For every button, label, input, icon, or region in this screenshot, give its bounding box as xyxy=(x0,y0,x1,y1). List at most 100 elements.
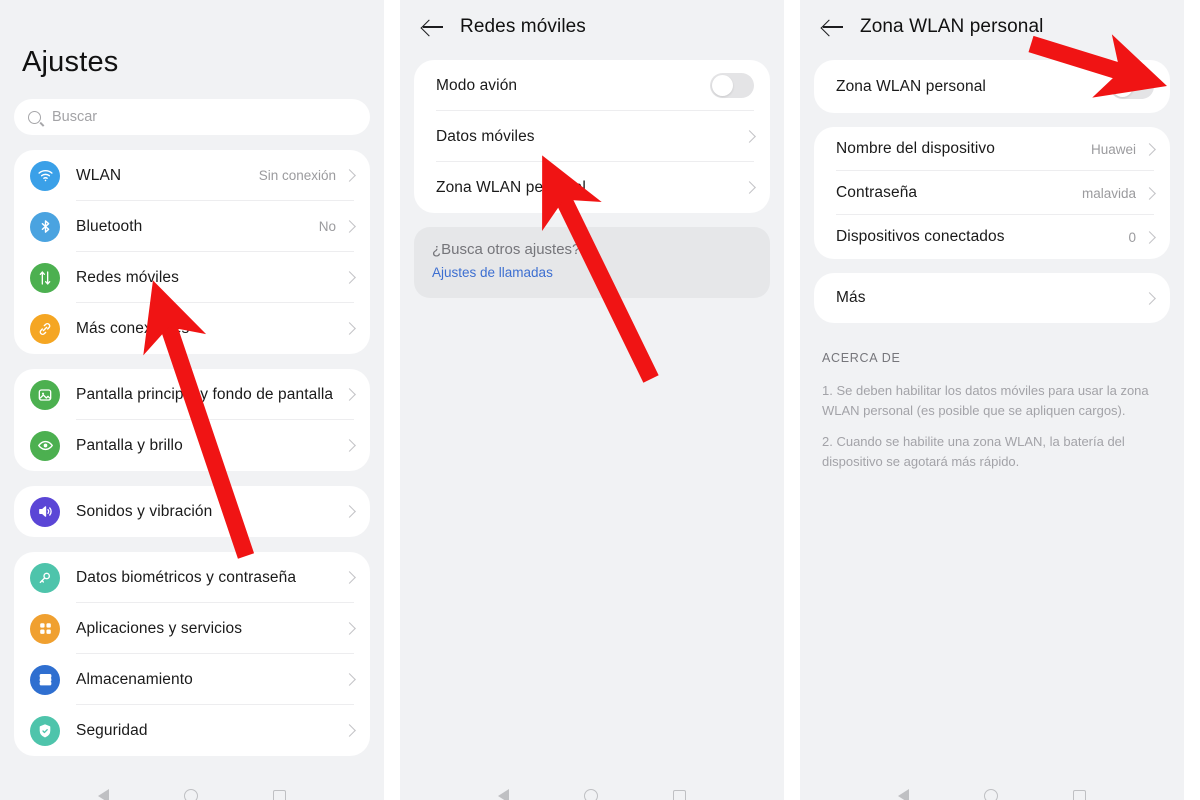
sidebar-item-value: No xyxy=(318,219,336,234)
row-label: Zona WLAN personal xyxy=(836,77,986,95)
display-eye-icon xyxy=(30,430,60,461)
chevron-right-icon xyxy=(743,130,756,143)
airplane-mode-toggle[interactable] xyxy=(710,73,754,98)
row-zona-wlan-personal-toggle[interactable]: Zona WLAN personal xyxy=(814,60,1170,113)
sidebar-item-label: Aplicaciones y servicios xyxy=(76,619,243,637)
sound-icon xyxy=(30,496,60,527)
row-label: Modo avión xyxy=(436,76,518,94)
hint-link-ajustes-de-llamadas[interactable]: Ajustes de llamadas xyxy=(432,265,752,280)
settings-group-system: Datos biométricos y contraseña Aplicacio… xyxy=(14,552,370,756)
three-phone-screenshots: Ajustes Buscar WLAN Sin conexión Bluetoo… xyxy=(0,0,1200,800)
sidebar-item-bluetooth[interactable]: Bluetooth No xyxy=(14,201,370,252)
sidebar-item-wlan[interactable]: WLAN Sin conexión xyxy=(14,150,370,201)
nav-back-icon[interactable] xyxy=(497,789,509,800)
about-section: ACERCA DE 1. Se deben habilitar los dato… xyxy=(800,323,1184,471)
about-paragraph: 1. Se deben habilitar los datos móviles … xyxy=(822,383,1149,418)
nav-home-icon[interactable] xyxy=(983,789,998,800)
sidebar-item-pantalla-y-brillo[interactable]: Pantalla y brillo xyxy=(14,420,370,471)
topbar: Redes móviles xyxy=(400,0,784,46)
row-label: Nombre del dispositivo xyxy=(836,140,995,157)
about-paragraph: 2. Cuando se habilite una zona WLAN, la … xyxy=(822,434,1125,469)
chevron-right-icon xyxy=(343,322,356,335)
row-zona-wlan-personal[interactable]: Zona WLAN personal xyxy=(414,162,770,213)
page-title: Ajustes xyxy=(22,46,119,78)
about-heading: ACERCA DE xyxy=(822,351,901,365)
back-arrow-icon[interactable] xyxy=(422,16,444,38)
search-input[interactable]: Buscar xyxy=(14,99,370,135)
page-title: Redes móviles xyxy=(460,16,586,37)
row-modo-avion[interactable]: Modo avión xyxy=(414,60,770,111)
row-label: Dispositivos conectados xyxy=(836,228,1005,245)
key-icon xyxy=(30,562,60,593)
page-title: Zona WLAN personal xyxy=(860,16,1044,37)
android-navbar xyxy=(0,778,384,800)
nav-recents-icon[interactable] xyxy=(273,790,287,800)
row-mas[interactable]: Más xyxy=(814,273,1170,323)
sidebar-item-label: Seguridad xyxy=(76,721,148,739)
row-value: Huawei xyxy=(1090,141,1136,157)
chevron-right-icon xyxy=(343,169,356,182)
chevron-right-icon xyxy=(343,220,356,233)
hotspot-toggle[interactable] xyxy=(1110,74,1154,99)
nav-recents-icon[interactable] xyxy=(1073,790,1087,800)
phone-screen-settings: Ajustes Buscar WLAN Sin conexión Bluetoo… xyxy=(0,0,384,800)
sidebar-item-label: Más conexiones xyxy=(76,319,190,337)
bluetooth-icon xyxy=(30,211,60,242)
toggle-knob xyxy=(712,75,733,96)
nav-back-icon[interactable] xyxy=(97,789,109,800)
hotspot-details-card: Nombre del dispositivo Huawei Contraseña… xyxy=(814,127,1170,259)
back-arrow-icon[interactable] xyxy=(822,16,844,38)
chevron-right-icon xyxy=(1143,291,1156,305)
sidebar-item-almacenamiento[interactable]: Almacenamiento xyxy=(14,654,370,705)
chevron-right-icon xyxy=(343,724,356,737)
row-datos-moviles[interactable]: Datos móviles xyxy=(414,111,770,162)
sidebar-item-label: Almacenamiento xyxy=(76,670,193,688)
sidebar-item-label: WLAN xyxy=(76,166,122,184)
android-navbar xyxy=(800,778,1184,800)
hotspot-more-card: Más xyxy=(814,273,1170,323)
sidebar-item-label: Sonidos y vibración xyxy=(76,502,213,520)
row-nombre-del-dispositivo[interactable]: Nombre del dispositivo Huawei xyxy=(814,127,1170,171)
row-label: Contraseña xyxy=(836,184,918,201)
sidebar-item-datos-biometricos[interactable]: Datos biométricos y contraseña xyxy=(14,552,370,603)
chevron-right-icon xyxy=(1143,230,1156,244)
toggle-knob xyxy=(1112,76,1133,97)
panel-gap xyxy=(384,0,400,800)
nav-home-icon[interactable] xyxy=(583,789,598,800)
nav-home-icon[interactable] xyxy=(183,789,198,800)
topbar: Zona WLAN personal xyxy=(800,0,1184,46)
hotspot-toggle-card: Zona WLAN personal xyxy=(814,60,1170,113)
sidebar-item-value: Sin conexión xyxy=(258,168,336,183)
wallpaper-icon xyxy=(30,379,60,410)
sidebar-item-label: Pantalla principal y fondo de pantalla xyxy=(76,385,334,403)
nav-recents-icon[interactable] xyxy=(673,790,687,800)
settings-group-display: Pantalla principal y fondo de pantalla P… xyxy=(14,369,370,471)
sidebar-item-mas-conexiones[interactable]: Más conexiones xyxy=(14,303,370,354)
sidebar-item-pantalla-principal[interactable]: Pantalla principal y fondo de pantalla xyxy=(14,369,370,420)
chevron-right-icon xyxy=(343,505,356,518)
other-settings-hint: ¿Busca otros ajustes? Ajustes de llamada… xyxy=(414,227,770,298)
sidebar-item-aplicaciones-y-servicios[interactable]: Aplicaciones y servicios xyxy=(14,603,370,654)
row-contrasena[interactable]: Contraseña malavida xyxy=(814,171,1170,215)
settings-group-connectivity: WLAN Sin conexión Bluetooth No Redes móv… xyxy=(14,150,370,354)
android-navbar xyxy=(400,778,784,800)
search-placeholder: Buscar xyxy=(52,109,98,125)
sidebar-item-label: Pantalla y brillo xyxy=(76,436,183,454)
row-value: malavida xyxy=(1081,185,1136,201)
shield-icon xyxy=(30,715,60,746)
mobile-network-icon xyxy=(30,262,60,293)
mobile-networks-card: Modo avión Datos móviles Zona WLAN perso… xyxy=(414,60,770,213)
sidebar-item-redes-moviles[interactable]: Redes móviles xyxy=(14,252,370,303)
settings-group-sound: Sonidos y vibración xyxy=(14,486,370,537)
nav-back-icon[interactable] xyxy=(897,789,909,800)
row-dispositivos-conectados[interactable]: Dispositivos conectados 0 xyxy=(814,215,1170,259)
storage-icon xyxy=(30,664,60,695)
chevron-right-icon xyxy=(1143,186,1156,200)
chevron-right-icon xyxy=(343,271,356,284)
phone-screen-mobile-networks: Redes móviles Modo avión Datos móviles Z… xyxy=(400,0,784,800)
sidebar-item-label: Bluetooth xyxy=(76,217,143,235)
sidebar-item-sonidos-y-vibracion[interactable]: Sonidos y vibración xyxy=(14,486,370,537)
sidebar-item-seguridad[interactable]: Seguridad xyxy=(14,705,370,756)
row-value: 0 xyxy=(1128,229,1136,245)
hint-question: ¿Busca otros ajustes? xyxy=(432,241,581,258)
